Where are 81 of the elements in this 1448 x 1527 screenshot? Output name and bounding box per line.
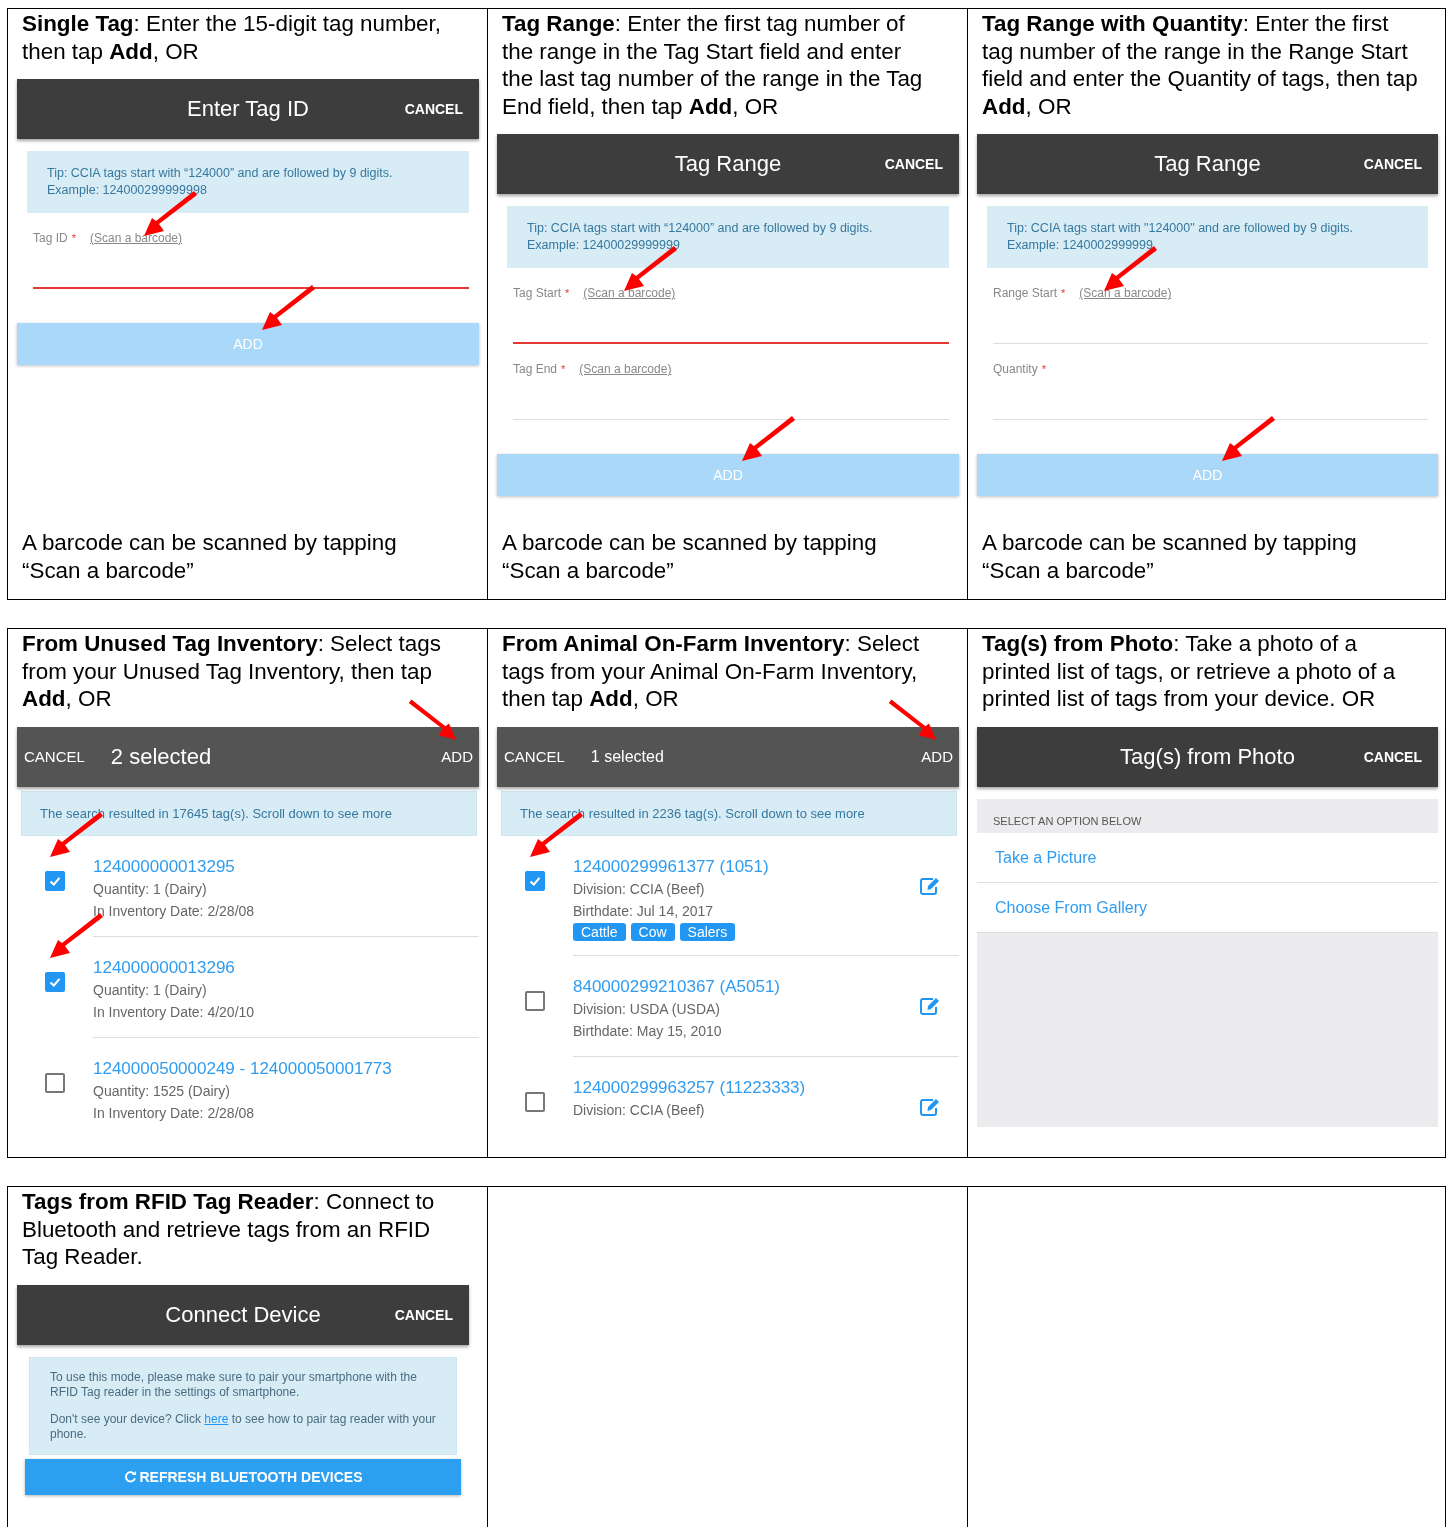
instruction-text: Tags from RFID Tag Reader: Connect to Bluetooth and retrieve tags from an RFID Tag Reader. <box>22 1188 436 1271</box>
screen-title: Tag Range <box>1154 151 1261 177</box>
field-label: Tag ID <box>33 231 68 245</box>
tip-text: Example: 1240002999999 <box>1007 237 1154 254</box>
required-mark: * <box>1061 287 1066 299</box>
instruction-text: From Animal On-Farm Inventory: Select tags from your Animal On-Farm Inventory, then tap Add, OR <box>502 630 921 713</box>
tag-number-link[interactable]: 124000000013295 <box>93 855 235 878</box>
category-tag: Cow <box>630 922 675 941</box>
edit-icon[interactable] <box>919 995 941 1016</box>
instruction-text: Tag(s) from Photo: Take a photo of a printed list of tags, or retrieve a photo of a printed list of tags from your device. OR <box>982 630 1397 713</box>
checkbox[interactable] <box>45 1072 65 1093</box>
refresh-icon <box>123 1470 137 1483</box>
detail-text: Birthdate: May 15, 2010 <box>573 1021 722 1041</box>
tip-text: Tip: CCIA tags start with “124000” and are followed by 9 digits. <box>527 220 874 237</box>
refresh-button[interactable]: REFRESH BLUETOOTH DEVICES <box>25 1458 461 1495</box>
tag-number-link[interactable]: 840000299210367 (A5051) <box>573 975 781 998</box>
scan-barcode-link[interactable]: (Scan a barcode) <box>583 286 676 300</box>
screen-title: Enter Tag ID <box>187 96 309 122</box>
field-label: Range Start <box>993 286 1058 300</box>
info-text: To use this mode, please make sure to pair your smartphone with the RFID Tag reader in the settings of smartphone. <box>50 1369 418 1400</box>
tip-text: Tip: CCIA tags start with "124000" and are followed by 9 digits. <box>1007 220 1355 237</box>
scan-barcode-link[interactable]: (Scan a barcode) <box>89 231 183 245</box>
caption-text: A barcode can be scanned by tapping “Scan a barcode” <box>982 529 1358 585</box>
checkbox[interactable] <box>45 870 65 891</box>
tag-number-link[interactable]: 124000000013296 <box>93 956 235 979</box>
help-text: Don't see your device? Click here to see how to pair tag reader with your phone. <box>50 1411 436 1442</box>
required-mark: * <box>1041 363 1046 375</box>
cancel-button[interactable]: CANCEL <box>24 744 85 769</box>
scan-barcode-link[interactable]: (Scan a barcode) <box>579 362 672 376</box>
checkbox[interactable] <box>525 1091 545 1112</box>
checkbox[interactable] <box>525 870 545 891</box>
cancel-button[interactable]: CANCEL <box>1363 744 1422 769</box>
tip-text: Example: 124000299999998 <box>47 182 208 199</box>
checkbox[interactable] <box>45 971 65 992</box>
field-label: Tag End <box>513 362 558 376</box>
instruction-text: Single Tag: Enter the 15-digit tag number, then tap Add, OR <box>22 10 442 65</box>
help-link[interactable]: here <box>204 1411 229 1426</box>
selection-count: 1 selected <box>590 747 664 766</box>
detail-text: Division: USDA (USDA) <box>573 999 721 1019</box>
cancel-button[interactable]: CANCEL <box>1363 152 1422 176</box>
instruction-text: Tag Range with Quantity: Enter the first tag number of the range in the Range Start field and enter the Quantity of tags, then tap Add, OR <box>982 10 1418 120</box>
cancel-button[interactable]: CANCEL <box>404 97 463 121</box>
detail-text: Quantity: 1525 (Dairy) <box>93 1081 230 1101</box>
detail-text: Birthdate: Jul 14, 2017 <box>573 901 714 921</box>
checkbox[interactable] <box>525 990 545 1011</box>
tip-text: Tip: CCIA tags start with “124000” and are followed by 9 digits. <box>47 165 394 182</box>
selection-count: 2 selected <box>110 743 212 770</box>
field-label: Tag Start <box>513 286 562 300</box>
tag-number-link[interactable]: 124000299963257 (11223333) <box>573 1076 806 1099</box>
edit-icon[interactable] <box>919 1096 941 1117</box>
required-mark: * <box>71 232 76 244</box>
category-tag: Cattle <box>573 922 626 941</box>
field-label: Quantity <box>993 362 1038 376</box>
scan-barcode-link[interactable]: (Scan a barcode) <box>1079 286 1172 300</box>
screen-title: Tag Range <box>674 151 782 177</box>
required-mark: * <box>565 287 570 299</box>
detail-text: Division: CCIA (Beef) <box>573 879 705 899</box>
caption-text: A barcode can be scanned by tapping “Scan a barcode” <box>502 529 878 585</box>
caption-text: A barcode can be scanned by tapping “Scan a barcode” <box>22 529 398 585</box>
tip-text: Example: 12400029999999 <box>527 237 681 254</box>
category-tag: Salers <box>679 922 736 941</box>
screen-title: Tag(s) from Photo <box>1120 743 1295 770</box>
detail-text: In Inventory Date: 2/28/08 <box>93 1103 255 1123</box>
cancel-button[interactable]: CANCEL <box>504 744 565 769</box>
detail-text: Quantity: 1 (Dairy) <box>93 879 207 899</box>
tag-number-link[interactable]: 124000299961377 (1051) <box>573 855 769 878</box>
add-button[interactable]: ADD <box>921 744 953 769</box>
instruction-text: Tag Range: Enter the first tag number of the range in the Tag Start field and enter the last tag number of the range in the Tag End field, then tap Add, OR <box>502 10 924 120</box>
instruction-text: From Unused Tag Inventory: Select tags from your Unused Tag Inventory, then tap Add, OR <box>22 630 442 713</box>
detail-text: Division: CCIA (Beef) <box>573 1100 705 1120</box>
screen-title: Connect Device <box>165 1301 321 1328</box>
edit-icon[interactable] <box>919 875 941 896</box>
cancel-button[interactable]: CANCEL <box>394 1302 453 1327</box>
detail-text: Quantity: 1 (Dairy) <box>93 980 207 1000</box>
tag-number-link[interactable]: 124000050000249 - 124000050001773 <box>93 1057 392 1080</box>
detail-text: In Inventory Date: 2/28/08 <box>93 901 255 921</box>
required-mark: * <box>561 363 566 375</box>
cancel-button[interactable]: CANCEL <box>884 152 943 176</box>
add-button[interactable]: ADD <box>441 744 473 769</box>
detail-text: In Inventory Date: 4/20/10 <box>93 1002 255 1022</box>
section-header: SELECT AN OPTION BELOW <box>977 798 1438 833</box>
